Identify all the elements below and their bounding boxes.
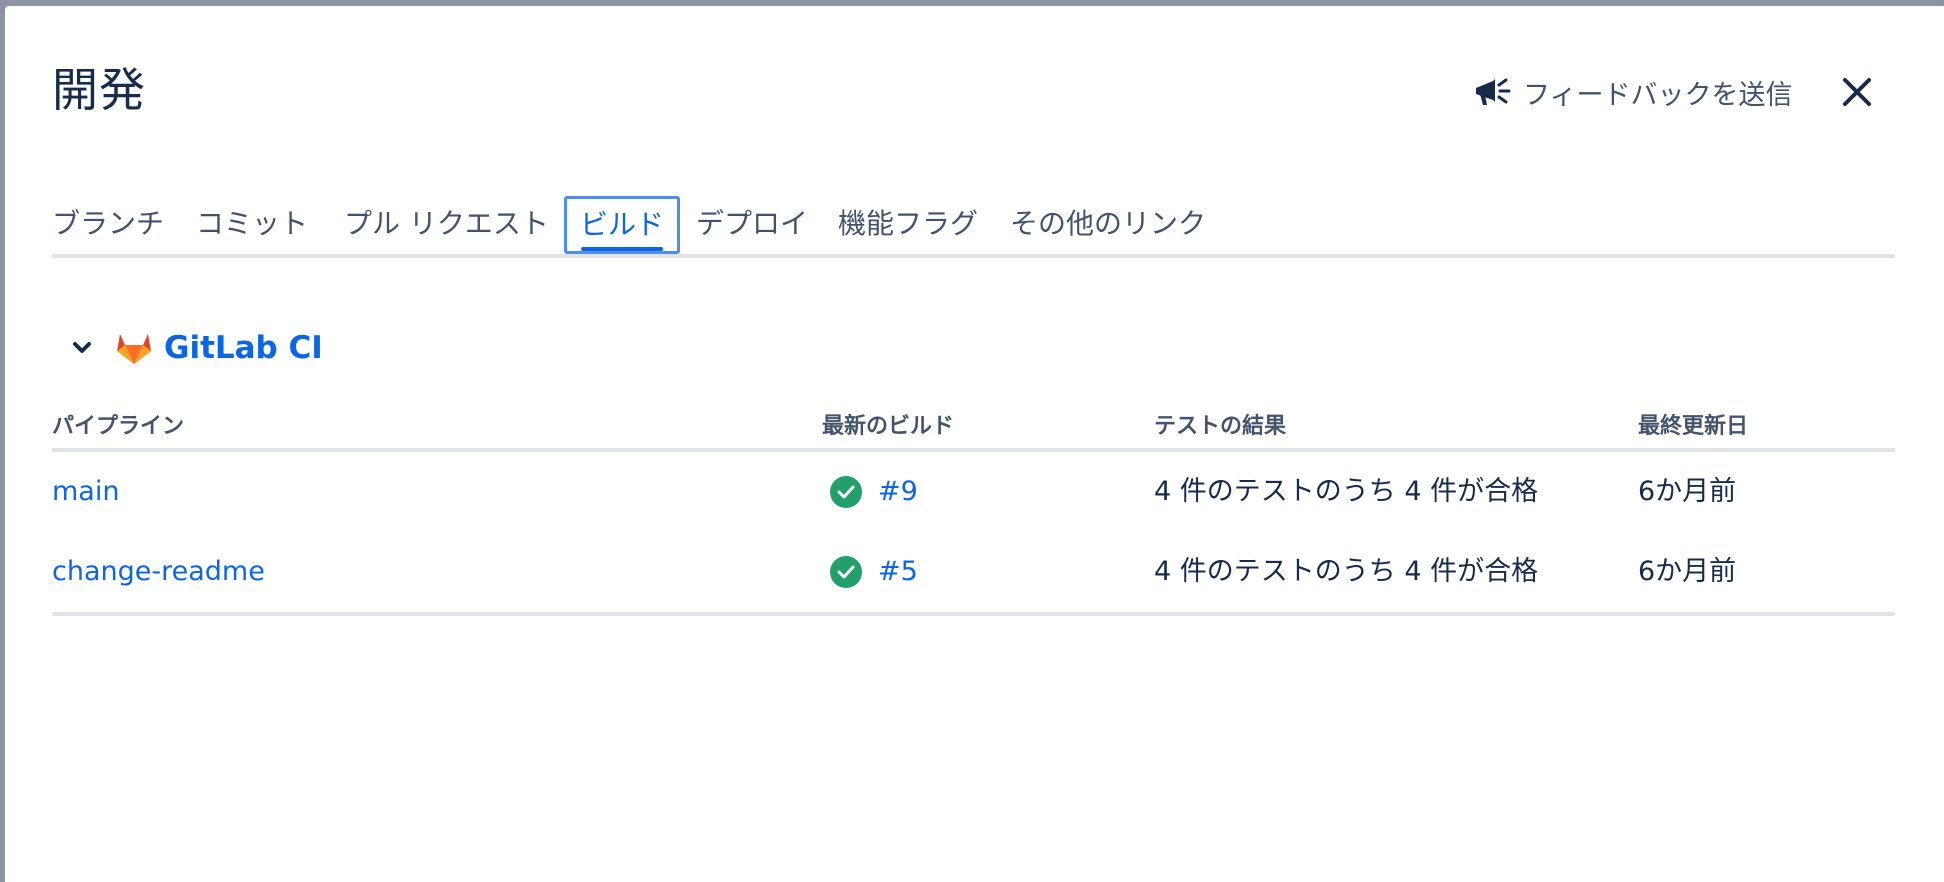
tab-branches[interactable]: ブランチ <box>52 198 164 250</box>
close-icon <box>1843 78 1871 106</box>
builds-table: パイプライン 最新のビルド テストの結果 最終更新日 main #9 4 件のテ… <box>52 404 1895 616</box>
table-row: main #9 4 件のテストのうち 4 件が合格 6か月前 <box>52 452 1895 532</box>
latest-build-cell: #9 <box>830 452 918 532</box>
table-header: パイプライン 最新のビルド テストの結果 最終更新日 <box>52 404 1895 452</box>
close-button[interactable] <box>1833 68 1881 116</box>
megaphone-icon <box>1473 71 1515 113</box>
tab-deployments[interactable]: デプロイ <box>696 198 808 250</box>
header-pipeline: パイプライン <box>52 414 185 439</box>
tab-builds-label: ビルド <box>580 208 665 241</box>
build-number-link[interactable]: #5 <box>878 532 918 612</box>
header-last-updated: 最終更新日 <box>1638 414 1749 439</box>
send-feedback-label: フィードバックを送信 <box>1523 79 1793 111</box>
tab-builds[interactable]: ビルド <box>564 196 681 254</box>
collapse-toggle[interactable] <box>58 324 106 372</box>
table-row: change-readme #5 4 件のテストのうち 4 件が合格 6か月前 <box>52 532 1895 612</box>
table-divider <box>52 612 1895 616</box>
provider-group-header: GitLab CI <box>52 322 323 374</box>
header-test-results: テストの結果 <box>1154 414 1287 439</box>
test-results-text: 4 件のテストのうち 4 件が合格 <box>1154 476 1539 507</box>
selected-tab-indicator <box>581 247 664 251</box>
provider-name-link[interactable]: GitLab CI <box>164 330 323 366</box>
dialog-title: 開発 <box>52 63 146 117</box>
send-feedback-button[interactable]: フィードバックを送信 <box>1473 66 1792 118</box>
test-results-text: 4 件のテストのうち 4 件が合格 <box>1154 556 1539 587</box>
tab-list: ブランチ コミット プル リクエスト ビルド デプロイ 機能フラグ その他のリン… <box>52 194 1895 258</box>
success-check-icon <box>830 556 862 588</box>
last-updated-text: 6か月前 <box>1638 556 1737 587</box>
tab-pull-requests[interactable]: プル リクエスト <box>344 198 549 250</box>
tab-divider <box>52 254 1895 258</box>
tab-commits[interactable]: コミット <box>196 198 308 250</box>
tab-feature-flags[interactable]: 機能フラグ <box>838 198 978 250</box>
pipeline-link[interactable]: change-readme <box>52 532 265 612</box>
success-check-icon <box>830 476 862 508</box>
last-updated-text: 6か月前 <box>1638 476 1737 507</box>
gitlab-logo-icon <box>114 328 154 368</box>
latest-build-cell: #5 <box>830 532 918 612</box>
header-latest-build: 最新のビルド <box>822 414 955 439</box>
build-number-link[interactable]: #9 <box>878 452 918 532</box>
tab-other-links[interactable]: その他のリンク <box>1010 198 1206 250</box>
chevron-down-icon <box>73 342 91 353</box>
dialog-header: 開発 フィードバックを送信 <box>5 6 1944 156</box>
development-dialog: 開発 フィードバックを送信 ブランチ コミット プル リクエスト ビルド デプロ… <box>5 6 1944 882</box>
pipeline-link[interactable]: main <box>52 452 119 532</box>
